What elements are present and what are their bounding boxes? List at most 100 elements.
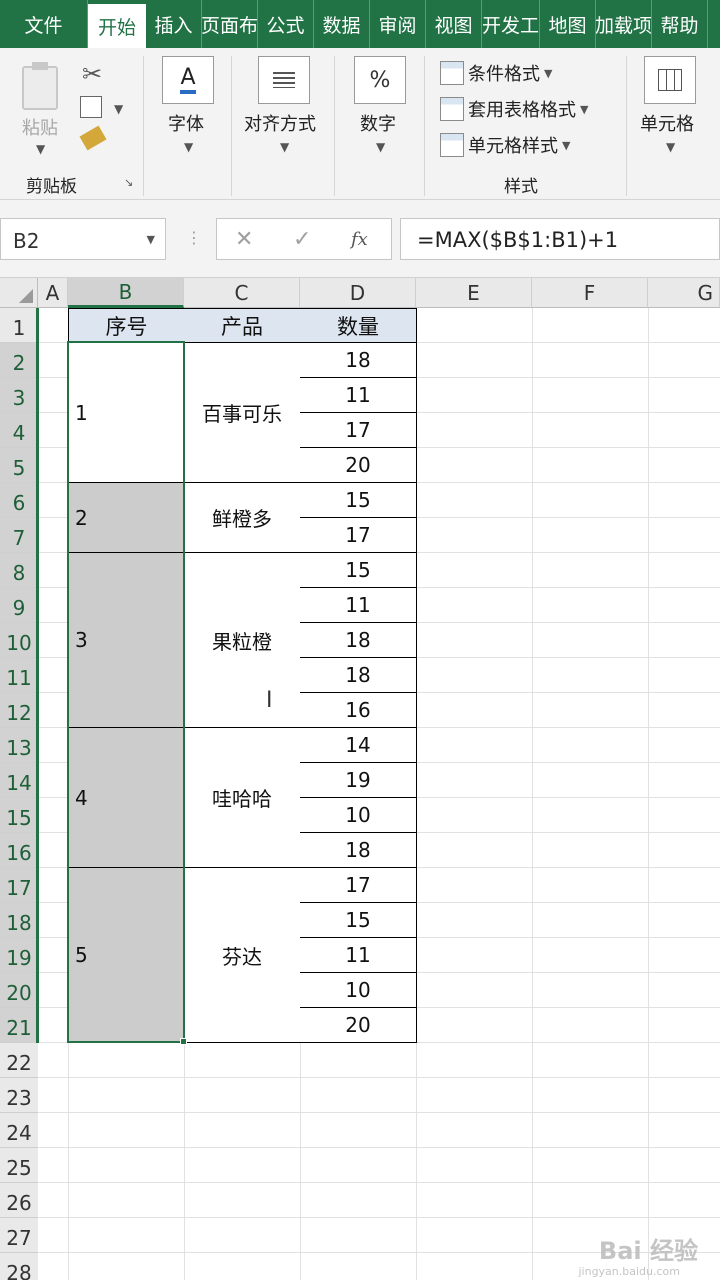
column-header-b[interactable]: B: [68, 278, 184, 308]
column-header-g[interactable]: G: [648, 278, 720, 308]
row-header[interactable]: 1: [0, 308, 38, 343]
row-header[interactable]: 17: [0, 868, 38, 903]
product-cell[interactable]: 哇哈哈: [184, 728, 301, 868]
tab-page-layout[interactable]: 页面布: [202, 0, 258, 48]
select-all-corner[interactable]: [0, 278, 38, 308]
cell-styles-button[interactable]: 单元格样式 ▼: [440, 132, 570, 158]
paste-label[interactable]: 粘贴: [22, 114, 58, 140]
align-icon[interactable]: [258, 56, 310, 104]
confirm-icon[interactable]: ✓: [293, 227, 311, 252]
column-header-d[interactable]: D: [300, 278, 416, 308]
cells-label[interactable]: 单元格: [640, 110, 694, 136]
row-header[interactable]: 27: [0, 1218, 38, 1253]
row-header[interactable]: 15: [0, 798, 38, 833]
product-cell[interactable]: 百事可乐: [184, 343, 301, 483]
qty-cell[interactable]: 11: [300, 378, 417, 413]
cells-icon[interactable]: [644, 56, 696, 104]
tab-view[interactable]: 视图: [426, 0, 482, 48]
row-header[interactable]: 18: [0, 903, 38, 938]
qty-cell[interactable]: 18: [300, 623, 417, 658]
qty-cell[interactable]: 20: [300, 448, 417, 483]
row-header[interactable]: 22: [0, 1043, 38, 1078]
row-header[interactable]: 8: [0, 553, 38, 588]
seq-cell[interactable]: 2: [68, 483, 185, 553]
product-cell[interactable]: 芬达: [184, 868, 301, 1043]
tab-review[interactable]: 审阅: [370, 0, 426, 48]
row-header[interactable]: 21: [0, 1008, 38, 1043]
tab-insert[interactable]: 插入: [146, 0, 202, 48]
seq-cell[interactable]: 3: [68, 553, 185, 728]
format-painter-icon[interactable]: [79, 125, 107, 151]
row-header[interactable]: 3: [0, 378, 38, 413]
worksheet[interactable]: A B C D E F G 1 2 3 4 5 6 7 8 9 10 11 12 13 14 15 16 17 1…: [0, 278, 720, 1280]
row-header[interactable]: 4: [0, 413, 38, 448]
row-header[interactable]: 13: [0, 728, 38, 763]
tab-home[interactable]: 开始: [88, 4, 146, 48]
header-seq[interactable]: 序号: [68, 308, 185, 343]
copy-dropdown-icon[interactable]: ▼: [114, 102, 123, 116]
row-header[interactable]: 7: [0, 518, 38, 553]
seq-cell[interactable]: 1: [68, 343, 185, 483]
format-as-table-button[interactable]: 套用表格格式 ▼: [440, 96, 588, 122]
qty-cell[interactable]: 17: [300, 413, 417, 448]
font-group[interactable]: A 字体 ▼: [148, 48, 228, 196]
name-box[interactable]: B2 ▼: [0, 218, 166, 260]
qty-cell[interactable]: 17: [300, 518, 417, 553]
row-header[interactable]: 2: [0, 343, 38, 378]
qty-cell[interactable]: 14: [300, 728, 417, 763]
column-header-a[interactable]: A: [38, 278, 68, 308]
cells-dropdown-icon[interactable]: ▼: [666, 140, 675, 154]
tab-map[interactable]: 地图: [540, 0, 596, 48]
alignment-group[interactable]: 对齐方式 ▼: [236, 48, 330, 196]
formula-input[interactable]: =MAX($B$1:B1)+1: [400, 218, 720, 260]
tab-add-ins[interactable]: 加载项: [596, 0, 652, 48]
row-header[interactable]: 24: [0, 1113, 38, 1148]
tab-data[interactable]: 数据: [314, 0, 370, 48]
tab-formulas[interactable]: 公式: [258, 0, 314, 48]
dialog-launcher-icon[interactable]: ↘: [124, 176, 133, 189]
font-dropdown-icon[interactable]: ▼: [184, 140, 193, 154]
row-header[interactable]: 23: [0, 1078, 38, 1113]
percent-icon[interactable]: %: [354, 56, 406, 104]
alignment-label[interactable]: 对齐方式: [244, 110, 316, 136]
qty-cell[interactable]: 16: [300, 693, 417, 728]
column-header-e[interactable]: E: [416, 278, 532, 308]
qty-cell[interactable]: 20: [300, 1008, 417, 1043]
header-qty[interactable]: 数量: [300, 308, 417, 343]
row-header[interactable]: 16: [0, 833, 38, 868]
qty-cell[interactable]: 15: [300, 903, 417, 938]
copy-icon[interactable]: [80, 96, 102, 118]
qty-cell[interactable]: 17: [300, 868, 417, 903]
column-header-c[interactable]: C: [184, 278, 300, 308]
row-header[interactable]: 26: [0, 1183, 38, 1218]
cells-group[interactable]: 单元格 ▼: [630, 48, 720, 196]
number-group[interactable]: % 数字 ▼: [340, 48, 420, 196]
font-icon[interactable]: A: [162, 56, 214, 104]
chevron-down-icon[interactable]: ▼: [147, 233, 155, 246]
row-header[interactable]: 12: [0, 693, 38, 728]
font-label[interactable]: 字体: [168, 110, 204, 136]
conditional-format-button[interactable]: 条件格式 ▼: [440, 60, 552, 86]
cancel-icon[interactable]: ✕: [235, 227, 253, 252]
insert-function-icon[interactable]: fx: [351, 229, 368, 250]
row-header[interactable]: 19: [0, 938, 38, 973]
paste-dropdown-icon[interactable]: ▼: [36, 142, 45, 156]
cut-icon[interactable]: ✂: [82, 60, 102, 88]
alignment-dropdown-icon[interactable]: ▼: [280, 140, 289, 154]
qty-cell[interactable]: 11: [300, 588, 417, 623]
row-header[interactable]: 10: [0, 623, 38, 658]
product-cell[interactable]: 果粒橙: [184, 553, 301, 728]
row-header[interactable]: 14: [0, 763, 38, 798]
seq-cell[interactable]: 4: [68, 728, 185, 868]
row-header[interactable]: 9: [0, 588, 38, 623]
qty-cell[interactable]: 18: [300, 833, 417, 868]
qty-cell[interactable]: 10: [300, 798, 417, 833]
number-label[interactable]: 数字: [360, 110, 396, 136]
fill-handle[interactable]: [180, 1038, 187, 1045]
tab-file[interactable]: 文件: [0, 0, 88, 48]
row-header[interactable]: 11: [0, 658, 38, 693]
tab-developer[interactable]: 开发工: [482, 0, 540, 48]
qty-cell[interactable]: 18: [300, 658, 417, 693]
seq-cell[interactable]: 5: [68, 868, 185, 1043]
tab-help[interactable]: 帮助: [652, 0, 708, 48]
